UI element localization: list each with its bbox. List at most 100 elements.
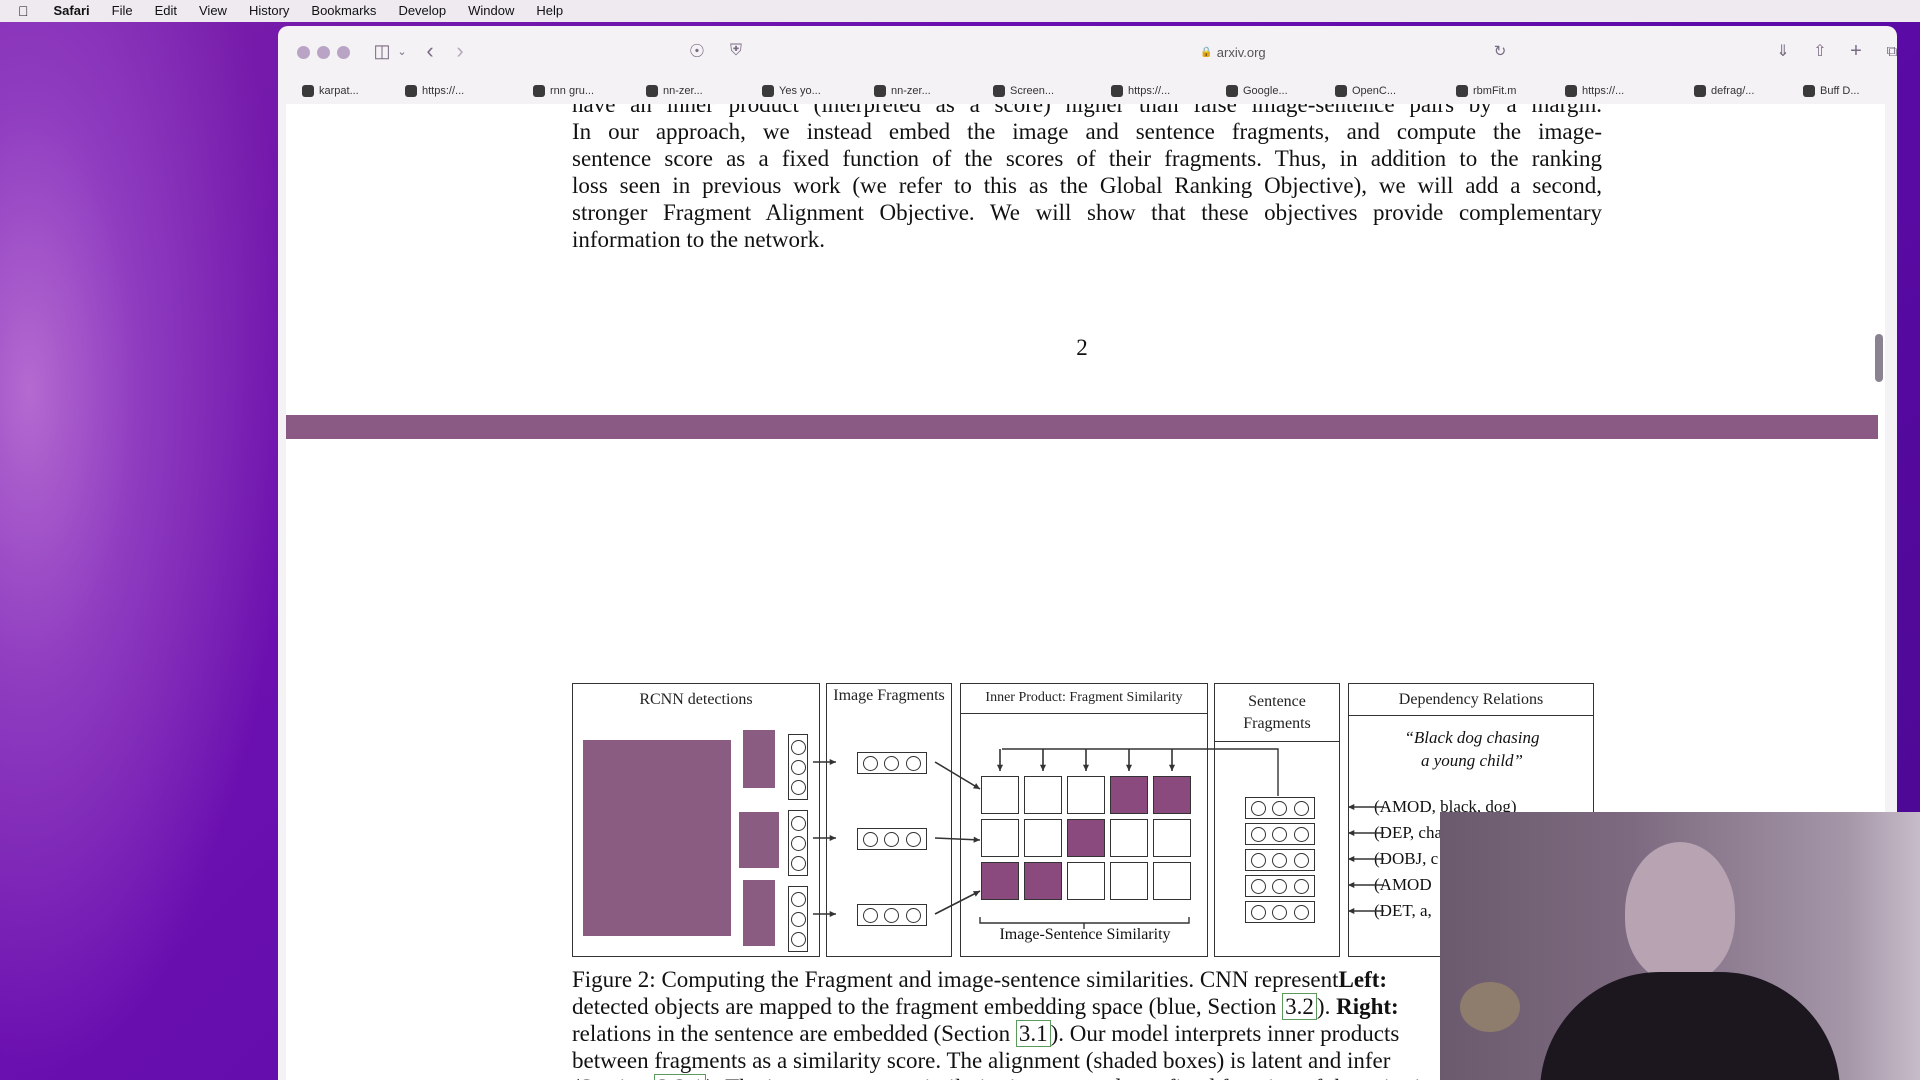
arrowhead [1039, 764, 1047, 771]
favorite-label: defrag/... [1711, 85, 1755, 97]
address-bar[interactable]: 🔒 arxiv.org [978, 40, 1488, 64]
share-icon[interactable]: ⇧ [1806, 38, 1834, 64]
desktop-wallpaper [0, 20, 290, 1080]
page-separator [286, 415, 1878, 439]
caption-text: ). [1316, 994, 1337, 1019]
site-icon [1565, 85, 1577, 97]
grid-bracket [979, 917, 1190, 929]
body-text-line: loss seen in previous work (we refer to … [572, 173, 1602, 198]
address-text: arxiv.org [1216, 44, 1266, 60]
background-plant [1460, 982, 1520, 1032]
arrowhead [829, 834, 836, 842]
arrowhead [1348, 803, 1355, 811]
github-icon [302, 85, 314, 97]
favorite-item[interactable]: https://... [1565, 78, 1624, 104]
favorite-item[interactable]: nn-zer... [874, 78, 931, 104]
favorite-label: OpenC... [1352, 85, 1397, 97]
arrow [934, 890, 981, 915]
arrow [934, 761, 981, 790]
webcam-overlay [1440, 812, 1920, 1080]
zoom-window-button[interactable] [337, 46, 350, 59]
body-text-line: information to the network. [572, 227, 825, 252]
google-icon [1226, 85, 1238, 97]
favorite-item[interactable]: https://... [1111, 78, 1170, 104]
menu-bookmarks[interactable]: Bookmarks [300, 0, 387, 22]
arrowhead [1168, 764, 1176, 771]
site-icon [405, 85, 417, 97]
caption-text: CNN represent [1199, 967, 1339, 992]
menu-file[interactable]: File [101, 0, 144, 22]
close-window-button[interactable] [297, 46, 310, 59]
favorite-item[interactable]: Screen... [993, 78, 1054, 104]
body-text-line: stronger Fragment Alignment Objective. W… [572, 200, 1602, 225]
arrowhead [973, 836, 980, 843]
site-icon [762, 85, 774, 97]
favorite-item[interactable]: karpat... [302, 78, 359, 104]
arrowhead [1125, 764, 1133, 771]
favorite-item[interactable]: Google... [1226, 78, 1288, 104]
favorite-label: https://... [422, 85, 465, 97]
site-icon [1803, 85, 1815, 97]
body-text-line: have an inner product (interpreted as a … [572, 104, 1602, 117]
menu-safari[interactable]: Safari [43, 0, 101, 22]
caption-text: relations in the sentence are embedded (… [572, 1021, 1016, 1046]
site-icon [993, 85, 1005, 97]
arrowhead [829, 910, 836, 918]
menu-history[interactable]: History [238, 0, 300, 22]
github-icon [1694, 85, 1706, 97]
favorite-item[interactable]: Yes yo... [762, 78, 821, 104]
favorite-label: karpat... [319, 85, 359, 97]
forward-icon[interactable]: › [446, 38, 474, 64]
caption-text: between fragments as a similarity score.… [572, 1048, 1391, 1073]
section-ref-link[interactable]: 3.1 [1015, 1020, 1051, 1047]
favorite-label: Google... [1243, 85, 1288, 97]
menu-window[interactable]: Window [457, 0, 525, 22]
favorite-label: rbmFit.m [1473, 85, 1517, 97]
caption-bold: Left: [1338, 967, 1388, 992]
back-icon[interactable]: ‹ [416, 38, 444, 64]
arrowhead [829, 758, 836, 766]
favorite-item[interactable]: Buff D... [1803, 78, 1860, 104]
arrowhead [996, 764, 1004, 771]
github-icon [874, 85, 886, 97]
password-extension-icon[interactable]: ☉ [683, 38, 711, 64]
favorite-item[interactable]: OpenC... [1335, 78, 1396, 104]
chevron-down-icon[interactable]: ⌄ [388, 38, 416, 64]
tab-overview-icon[interactable]: ⧉ [1878, 38, 1897, 64]
menu-view[interactable]: View [188, 0, 238, 22]
favorite-item[interactable]: rbmFit.m [1456, 78, 1516, 104]
lock-icon: 🔒 [1200, 46, 1213, 58]
favorite-item[interactable]: rnn gru... [533, 78, 594, 104]
browser-toolbar: ◫ ⌄ ‹ › ☉ ⛨ 🔒 arxiv.org ↻ ⇓ ⇧ + ⧉ [278, 26, 1897, 76]
arrowhead [1348, 855, 1355, 863]
menu-develop[interactable]: Develop [387, 0, 457, 22]
favorite-label: Screen... [1010, 85, 1055, 97]
body-text-line: sentence score as a fixed function of th… [572, 146, 1602, 171]
scrollbar-thumb[interactable] [1875, 334, 1883, 382]
caption-text: Computing the Fragment and image-sentenc… [655, 967, 1200, 992]
downloads-icon[interactable]: ⇓ [1769, 38, 1797, 64]
caption-bold: Right: [1336, 994, 1399, 1019]
reload-icon[interactable]: ↻ [1486, 38, 1514, 64]
menu-edit[interactable]: Edit [144, 0, 188, 22]
minimize-window-button[interactable] [317, 46, 330, 59]
favorite-label: rnn gru... [550, 85, 595, 97]
favorite-item[interactable]: nn-zer... [646, 78, 703, 104]
google-icon [533, 85, 545, 97]
caption-text: detected objects are mapped to the fragm… [572, 994, 1283, 1019]
caption-text: ). The image-sentence similarity is comp… [706, 1075, 1439, 1080]
site-icon [1335, 85, 1347, 97]
section-ref-link[interactable]: 3.2 [1282, 993, 1317, 1020]
arrow [934, 837, 981, 841]
new-tab-icon[interactable]: + [1842, 38, 1870, 64]
favorite-label: https://... [1128, 85, 1171, 97]
presenter-face [1625, 842, 1735, 982]
apple-menu-icon[interactable]:  [0, 0, 43, 22]
page-number: 2 [1076, 335, 1088, 360]
arrowhead [1348, 881, 1355, 889]
favorite-item[interactable]: defrag/... [1694, 78, 1754, 104]
favorite-item[interactable]: https://... [405, 78, 464, 104]
shield-icon[interactable]: ⛨ [722, 38, 750, 64]
section-ref-link[interactable]: 3.3.1 [654, 1074, 707, 1080]
menu-help[interactable]: Help [525, 0, 574, 22]
